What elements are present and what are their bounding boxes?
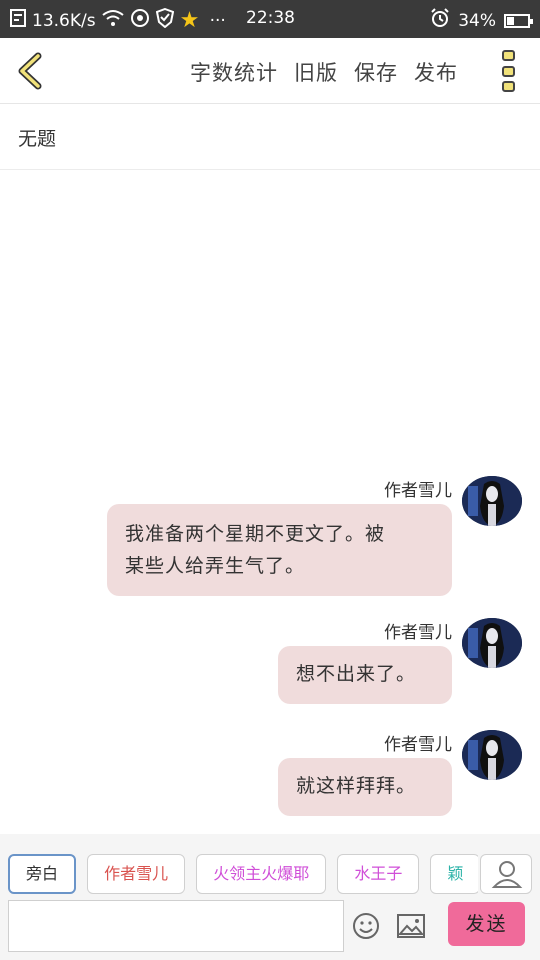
avatar [462,476,522,526]
role-fire-lord[interactable]: 火领主火爆耶 [196,854,327,894]
shield-icon [155,7,174,33]
status-bar: 13.6K/s ★ ··· 22:38 34% [0,0,540,38]
disc-icon [130,8,150,33]
add-role-button[interactable] [480,854,532,894]
role-ying[interactable]: 颖 [430,854,478,894]
message-bubble: 想不出来了。 [278,646,452,704]
send-button[interactable]: 发送 [448,902,525,946]
message-item[interactable]: 作者雪儿 就这样拜拜。 [102,730,522,830]
editor-toolbar: 字数统计 旧版 保存 发布 [0,38,540,104]
alarm-icon [430,8,450,33]
composer: 旁白 作者雪儿 火领主火爆耶 水王子 颖 发送 [0,834,540,960]
message-text: 想不出来了。 [296,663,417,685]
emoji-icon[interactable] [352,912,380,940]
battery-percent: 34% [458,10,496,31]
image-icon[interactable] [397,914,425,938]
message-item[interactable]: 作者雪儿 想不出来了。 [102,618,522,718]
network-speed: 13.6K/s [32,10,96,31]
message-bubble: 我准备两个星期不更文了。被 某些人给弄生气了。 [107,504,452,596]
role-narrator[interactable]: 旁白 [8,854,77,894]
clock: 22:38 [246,8,295,28]
wifi-icon [101,9,124,32]
old-version-button[interactable]: 旧版 [294,57,338,87]
notification-icon [10,9,26,32]
more-dots: ··· [209,10,226,31]
message-text: 就这样拜拜。 [296,775,417,797]
message-text: 我准备两个星期不更文了。被 [125,523,386,545]
battery-icon [504,13,533,28]
more-icon[interactable] [502,50,516,92]
message-text: 某些人给弄生气了。 [125,555,306,577]
save-button[interactable]: 保存 [354,57,398,87]
message-author: 作者雪儿 [384,735,452,755]
story-title: 无题 [18,128,57,150]
message-item[interactable]: 作者雪儿 我准备两个星期不更文了。被 某些人给弄生气了。 [102,476,522,606]
message-bubble: 就这样拜拜。 [278,758,452,816]
back-button[interactable] [14,52,48,90]
chevron-left-icon [18,52,42,90]
avatar [462,730,522,780]
publish-button[interactable]: 发布 [414,57,458,87]
role-water-prince[interactable]: 水王子 [337,854,420,894]
avatar [462,618,522,668]
role-author[interactable]: 作者雪儿 [87,854,186,894]
word-count-button[interactable]: 字数统计 [190,57,278,87]
person-icon [491,861,523,888]
role-selector: 旁白 作者雪儿 火领主火爆耶 水王子 颖 [8,854,478,894]
message-author: 作者雪儿 [384,481,452,501]
message-author: 作者雪儿 [384,623,452,643]
message-input[interactable] [8,900,344,952]
title-field[interactable]: 无题 [0,104,540,170]
star-app-icon: ★ [179,7,200,33]
